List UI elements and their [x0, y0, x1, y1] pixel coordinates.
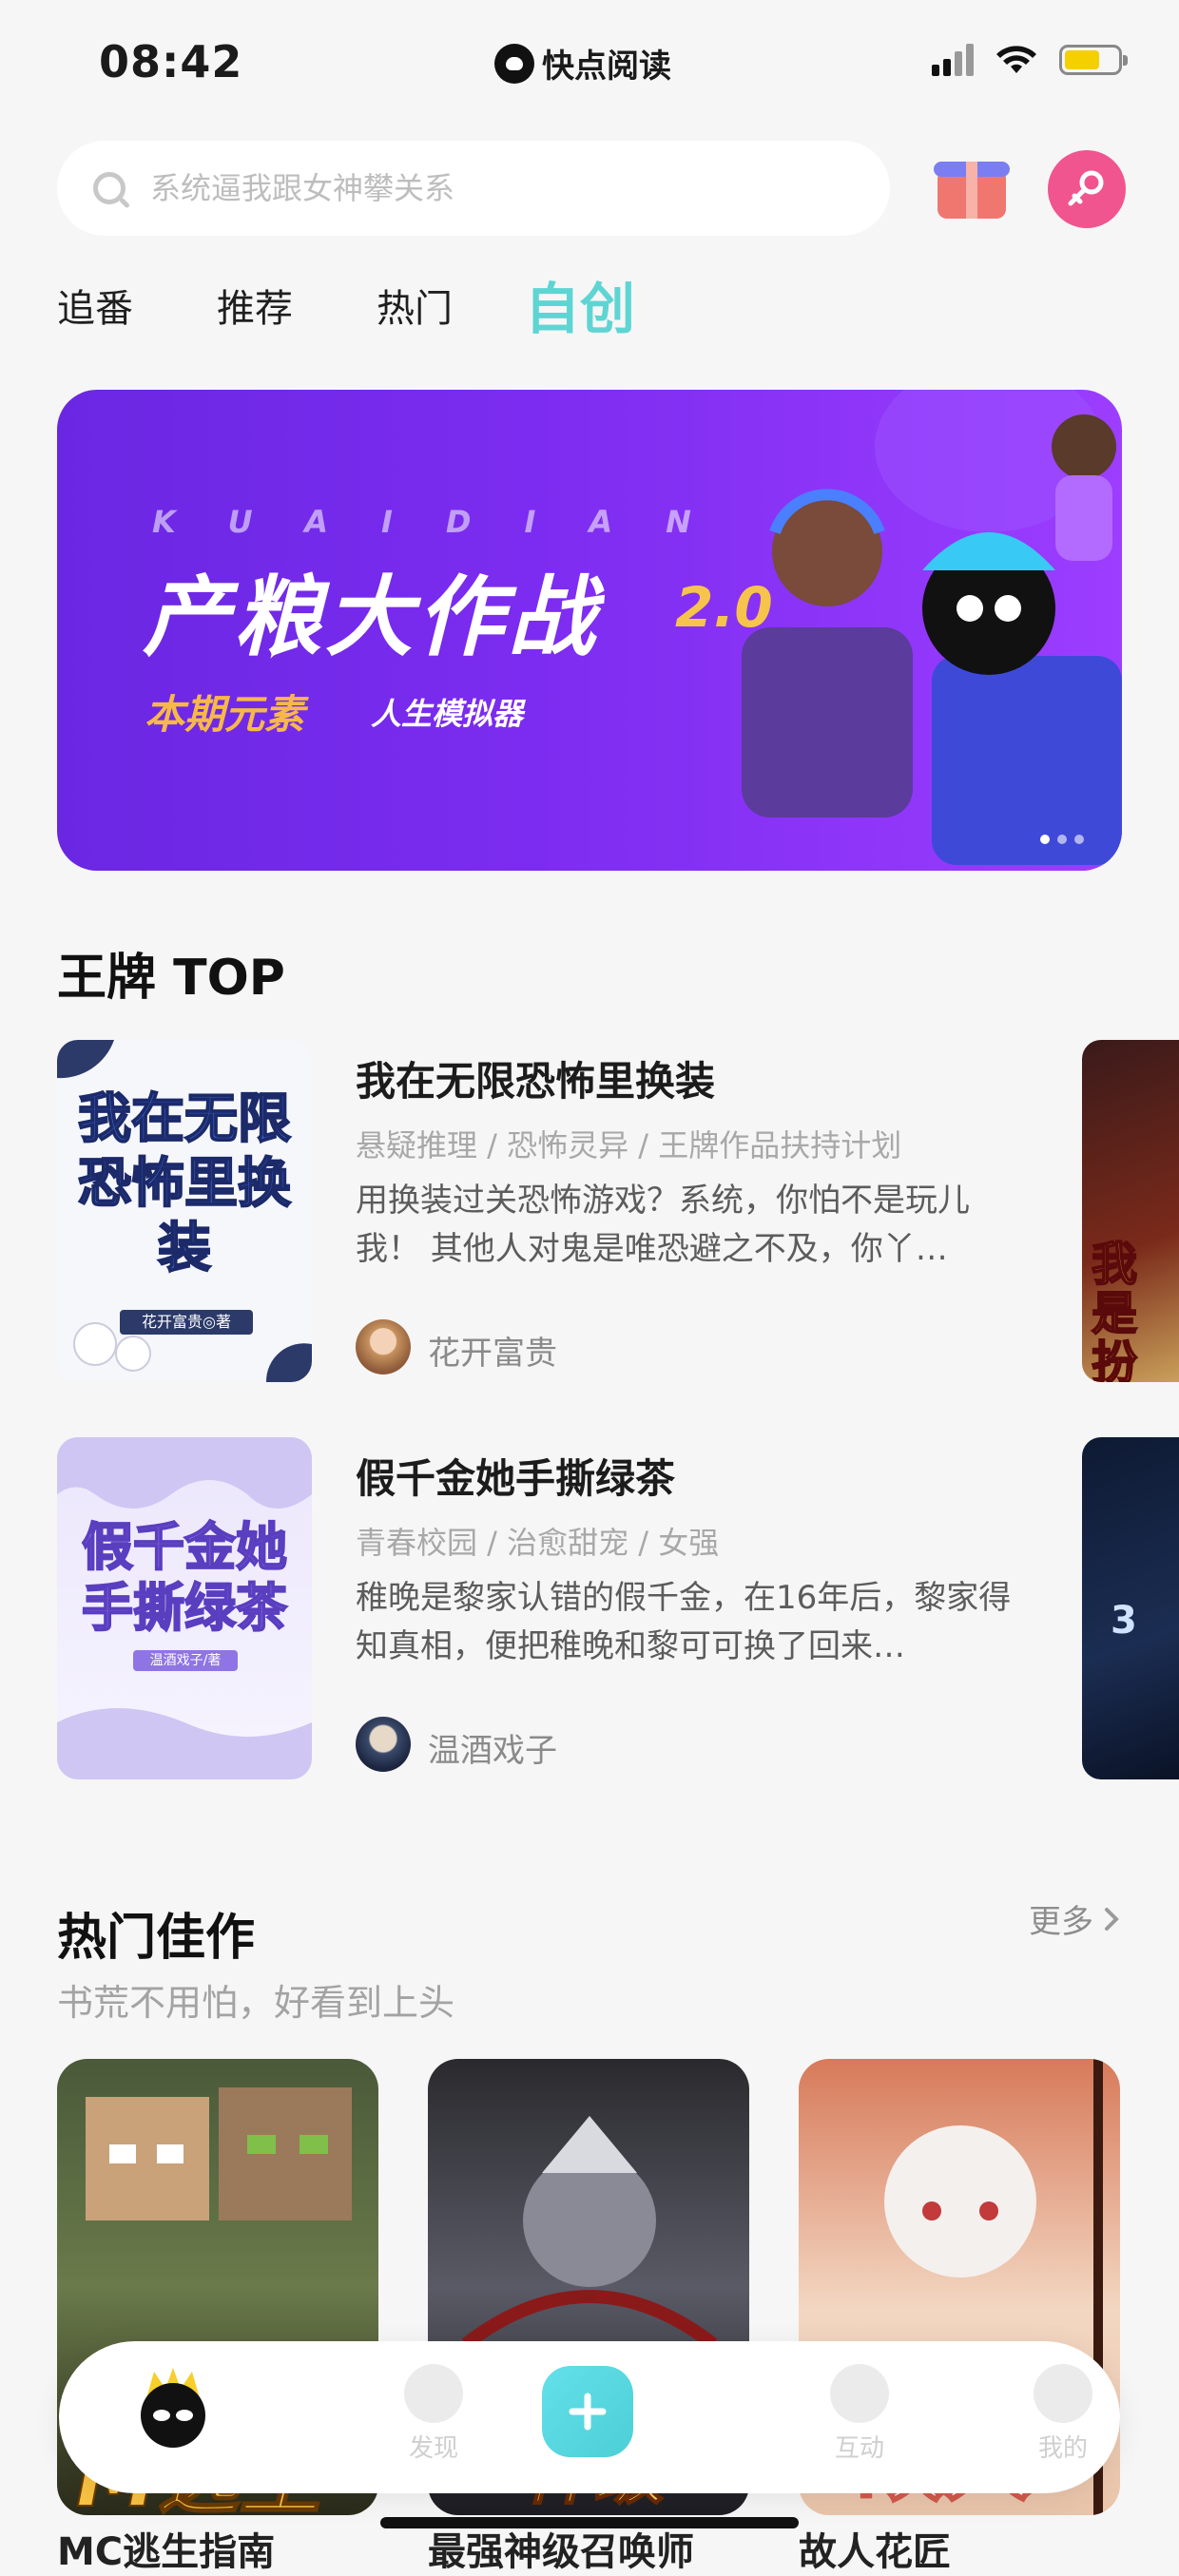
- author-avatar: [356, 1319, 411, 1375]
- book-cover-title: 假千金她手撕绿茶: [81, 1516, 288, 1639]
- nav-discover[interactable]: 发现: [377, 2364, 491, 2464]
- wifi-icon: [996, 46, 1036, 73]
- book-tags: 悬疑推理 / 恐怖灵异 / 王牌作品扶持计划: [356, 1127, 902, 1163]
- book-cover[interactable]: 我在无限恐怖里换装 花开富贵◎著: [57, 1040, 312, 1382]
- nav-interact-label: 互动: [834, 2434, 884, 2463]
- tab-chase[interactable]: 追番: [57, 278, 133, 333]
- tab-hot[interactable]: 热门: [377, 278, 453, 333]
- banner-pagination: [1040, 835, 1084, 844]
- book-cover-peek[interactable]: 3: [1082, 1437, 1179, 1779]
- hot-book-title[interactable]: 最强神级召唤师: [428, 2521, 694, 2576]
- more-label: 更多: [1029, 1903, 1093, 1941]
- chevron-right-icon: [1105, 1907, 1119, 1931]
- home-mascot-icon: [141, 2368, 205, 2448]
- hot-book-title[interactable]: 故人花匠: [799, 2521, 951, 2576]
- section-title-hot: 热门佳作: [57, 1910, 256, 1967]
- chat-icon: [830, 2364, 889, 2423]
- bottom-navigation: 发现 互动 我的: [59, 2341, 1120, 2493]
- search-icon: [93, 172, 126, 204]
- search-bar[interactable]: [57, 141, 890, 236]
- book-cover-author: 花开富贵◎著: [120, 1310, 253, 1335]
- author-name[interactable]: 温酒戏子: [428, 1724, 557, 1771]
- book-cover-peek[interactable]: 我是扮猪: [1082, 1040, 1179, 1382]
- banner-characters-illustration: [742, 390, 1122, 865]
- status-app-label: 快点阅读: [542, 48, 671, 86]
- book-description: 稚晚是黎家认错的假千金，在16年后，黎家得知真相，便把稚晚和黎可可换了回来…: [356, 1579, 1012, 1665]
- nav-interact[interactable]: 互动: [802, 2364, 917, 2464]
- book-cover-author: 温酒戏子/著: [133, 1650, 238, 1671]
- hot-book-title[interactable]: MC逃生指南: [57, 2521, 275, 2576]
- status-app-name: 快点阅读: [494, 40, 671, 87]
- nav-discover-label: 发现: [408, 2434, 458, 2463]
- plus-icon: [569, 2393, 607, 2431]
- home-indicator: [380, 2517, 799, 2528]
- promo-banner[interactable]: KUAIDIAN 产粮大作战 2.0 本期元素 人生模拟器: [57, 390, 1122, 871]
- nav-home[interactable]: [116, 2360, 230, 2461]
- profile-icon: [1034, 2364, 1092, 2423]
- status-time: 08:42: [99, 36, 243, 87]
- book-tags: 青春校园 / 治愈甜宠 / 女强: [356, 1525, 720, 1561]
- book-title[interactable]: 假千金她手撕绿茶: [356, 1447, 675, 1505]
- author-name[interactable]: 花开富贵: [428, 1327, 557, 1374]
- sign-in-badge-icon[interactable]: [1048, 150, 1126, 228]
- gift-icon[interactable]: [932, 152, 1012, 222]
- tab-self-created[interactable]: 自创: [525, 264, 635, 344]
- battery-icon: [1059, 45, 1128, 75]
- create-button[interactable]: [542, 2366, 633, 2457]
- section-subtitle-hot: 书荒不用怕，好看到上头: [57, 1982, 455, 2024]
- banner-element-value: 人生模拟器: [371, 696, 524, 732]
- cellular-signal-icon: [932, 44, 974, 76]
- book-cover-title: 我在无限恐怖里换装: [77, 1087, 292, 1280]
- banner-version: 2.0: [675, 575, 773, 640]
- paw-logo-icon: [494, 43, 534, 84]
- more-link[interactable]: 更多: [1029, 1895, 1120, 1942]
- nav-mine[interactable]: 我的: [1006, 2364, 1120, 2464]
- book-title[interactable]: 我在无限恐怖里换装: [356, 1049, 715, 1107]
- book-description: 用换装过关恐怖游戏？系统，你怕不是玩儿我！ 其他人对鬼是唯恐避之不及，你丫…: [356, 1182, 970, 1268]
- banner-title: 产粮大作战: [143, 567, 600, 668]
- search-input[interactable]: [148, 169, 818, 207]
- banner-element-label: 本期元素: [145, 691, 305, 738]
- tab-recommend[interactable]: 推荐: [217, 278, 293, 333]
- author-avatar: [356, 1717, 411, 1772]
- nav-mine-label: 我的: [1037, 2434, 1088, 2463]
- status-indicators: [932, 44, 1128, 76]
- discover-icon: [404, 2364, 463, 2423]
- book-cover[interactable]: 假千金她手撕绿茶 温酒戏子/著: [57, 1437, 312, 1779]
- banner-letters: KUAIDIAN: [152, 504, 744, 540]
- section-title-ace: 王牌 TOP: [57, 950, 285, 1007]
